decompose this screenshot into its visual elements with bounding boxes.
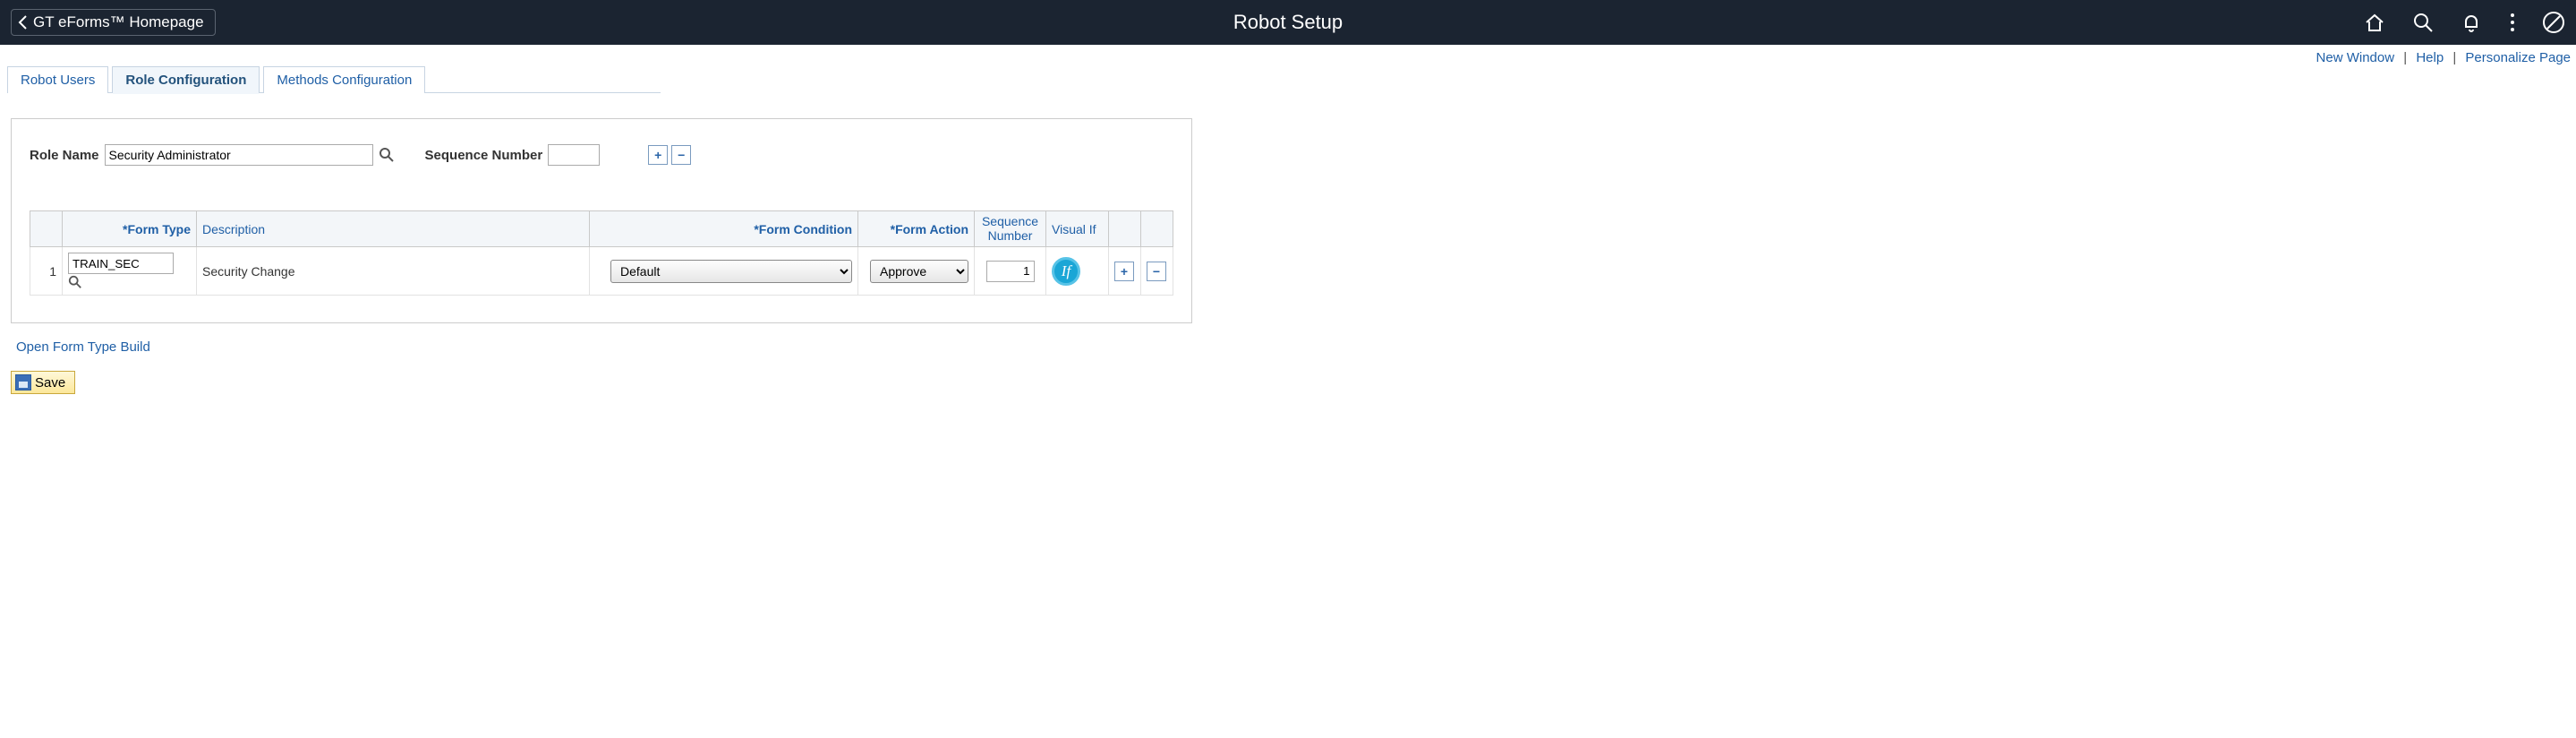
- visual-if-button[interactable]: If: [1052, 257, 1080, 286]
- column-form-type[interactable]: *Form Type: [63, 211, 197, 247]
- back-button[interactable]: GT eForms™ Homepage: [11, 9, 216, 36]
- grid-remove-row-button[interactable]: −: [1147, 262, 1166, 281]
- save-label: Save: [35, 375, 65, 390]
- role-row: Role Name Sequence Number + −: [30, 144, 1173, 166]
- grid-add-cell: +: [1109, 247, 1141, 296]
- form-type-cell: [63, 247, 197, 296]
- separator: |: [2403, 50, 2407, 65]
- separator: |: [2452, 50, 2456, 65]
- form-condition-cell: Default: [590, 247, 858, 296]
- form-action-cell: Approve: [858, 247, 975, 296]
- compass-icon[interactable]: [2542, 11, 2565, 34]
- role-lookup-icon[interactable]: [379, 147, 395, 163]
- grid-sequence-input[interactable]: [986, 261, 1035, 282]
- column-rownum: [30, 211, 63, 247]
- save-disk-icon: [15, 374, 31, 390]
- column-visual-if[interactable]: Visual If: [1046, 211, 1109, 247]
- add-row-button[interactable]: +: [648, 145, 668, 165]
- column-remove: [1141, 211, 1173, 247]
- column-form-action[interactable]: *Form Action: [858, 211, 975, 247]
- open-form-type-build-link[interactable]: Open Form Type Build: [16, 339, 2576, 355]
- back-label: GT eForms™ Homepage: [33, 13, 204, 31]
- row-number: 1: [30, 247, 63, 296]
- kebab-menu-icon[interactable]: [2508, 11, 2517, 34]
- tab-role-configuration[interactable]: Role Configuration: [112, 66, 260, 93]
- grid-row: 1 Security Change Default Approve: [30, 247, 1173, 296]
- role-config-panel: Role Name Sequence Number + − *Form Type…: [11, 118, 1192, 323]
- form-type-lookup-icon[interactable]: [68, 275, 82, 289]
- form-type-input[interactable]: [68, 253, 174, 274]
- new-window-link[interactable]: New Window: [2316, 50, 2395, 65]
- app-header: GT eForms™ Homepage Robot Setup: [0, 0, 2576, 45]
- help-link[interactable]: Help: [2416, 50, 2444, 65]
- bell-icon[interactable]: [2460, 11, 2483, 34]
- home-icon[interactable]: [2363, 11, 2386, 34]
- column-description[interactable]: Description: [197, 211, 590, 247]
- sequence-number-input[interactable]: [548, 144, 600, 166]
- row-add-remove-group: + −: [648, 145, 691, 165]
- header-icon-group: [2363, 11, 2565, 34]
- visual-if-cell: If: [1046, 247, 1109, 296]
- page-title: Robot Setup: [0, 11, 2576, 34]
- role-name-input[interactable]: [105, 144, 373, 166]
- tab-robot-users[interactable]: Robot Users: [7, 66, 108, 93]
- description-cell: Security Change: [197, 247, 590, 296]
- remove-row-button[interactable]: −: [671, 145, 691, 165]
- top-links: New Window | Help | Personalize Page: [0, 45, 2576, 65]
- sequence-number-cell: [975, 247, 1046, 296]
- save-button[interactable]: Save: [11, 371, 75, 394]
- role-grid: *Form Type Description *Form Condition *…: [30, 210, 1173, 296]
- form-condition-select[interactable]: Default: [610, 260, 852, 283]
- form-action-select[interactable]: Approve: [870, 260, 968, 283]
- column-add: [1109, 211, 1141, 247]
- sequence-number-label: Sequence Number: [425, 148, 543, 163]
- tab-bar: Robot Users Role Configuration Methods C…: [7, 65, 661, 93]
- personalize-link[interactable]: Personalize Page: [2465, 50, 2571, 65]
- search-icon[interactable]: [2411, 11, 2435, 34]
- grid-header-row: *Form Type Description *Form Condition *…: [30, 211, 1173, 247]
- tab-methods-configuration[interactable]: Methods Configuration: [263, 66, 425, 93]
- column-sequence-number[interactable]: Sequence Number: [975, 211, 1046, 247]
- grid-remove-cell: −: [1141, 247, 1173, 296]
- column-form-condition[interactable]: *Form Condition: [590, 211, 858, 247]
- grid-add-row-button[interactable]: +: [1114, 262, 1134, 281]
- role-name-label: Role Name: [30, 148, 99, 163]
